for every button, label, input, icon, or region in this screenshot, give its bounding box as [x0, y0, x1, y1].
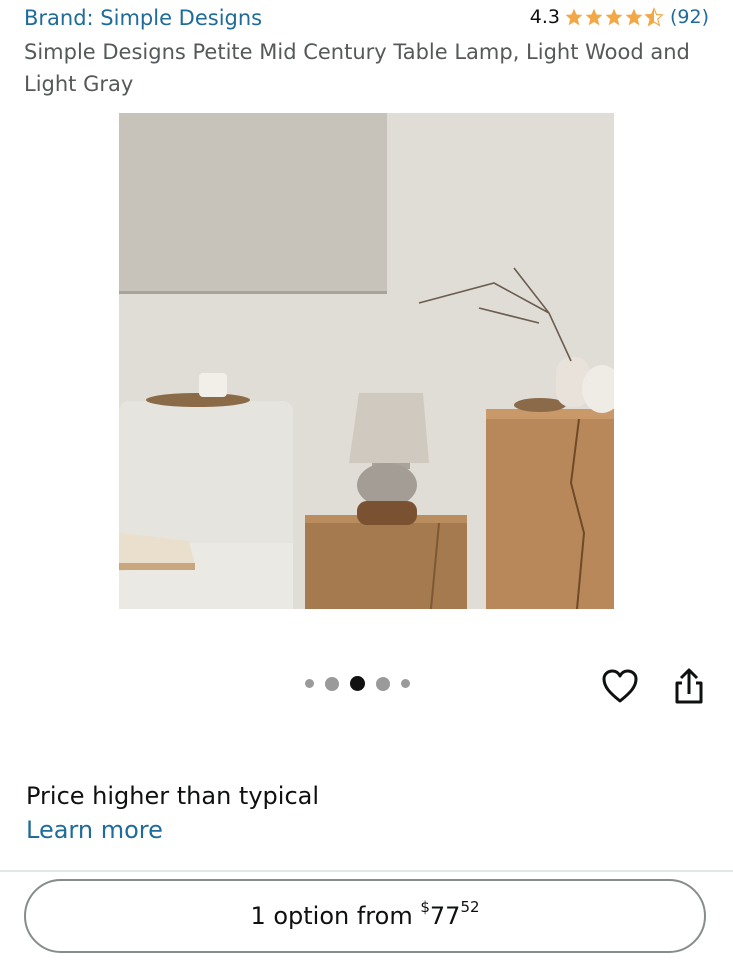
share-button[interactable] — [671, 667, 707, 705]
carousel-dot[interactable] — [401, 679, 410, 688]
rating-summary[interactable]: 4.3 (92) — [530, 6, 709, 28]
star-icon — [585, 8, 603, 26]
rating-value: 4.3 — [529, 6, 560, 28]
divider — [0, 870, 733, 872]
star-icon — [605, 8, 623, 26]
price-fraction: 52 — [460, 898, 480, 916]
options-prefix: 1 option from — [250, 902, 413, 930]
carousel-dot[interactable] — [325, 676, 339, 691]
product-title: Simple Designs Petite Mid Century Table … — [24, 40, 690, 96]
price-comparison-note: Price higher than typical — [26, 782, 320, 810]
share-icon — [675, 668, 703, 704]
heart-icon — [602, 669, 638, 703]
half-star-icon — [644, 7, 664, 27]
star-icon — [625, 8, 643, 26]
product-image[interactable] — [119, 113, 614, 609]
carousel-dot[interactable] — [305, 679, 314, 688]
buying-options-button[interactable]: 1 option from $77 52 — [24, 879, 706, 953]
price-whole: 77 — [429, 902, 461, 930]
rating-count-link[interactable]: (92) — [670, 6, 709, 28]
learn-more-link[interactable]: Learn more — [26, 816, 163, 844]
star-icon — [565, 8, 583, 26]
price-currency: $ — [420, 898, 430, 916]
carousel-dot[interactable] — [376, 676, 390, 691]
star-rating — [564, 7, 664, 27]
wishlist-button[interactable] — [601, 668, 639, 704]
carousel-indicator — [305, 676, 421, 691]
carousel-dot-active[interactable] — [350, 676, 365, 691]
brand-link[interactable]: Brand: Simple Designs — [24, 6, 262, 30]
product-photo — [119, 113, 614, 609]
